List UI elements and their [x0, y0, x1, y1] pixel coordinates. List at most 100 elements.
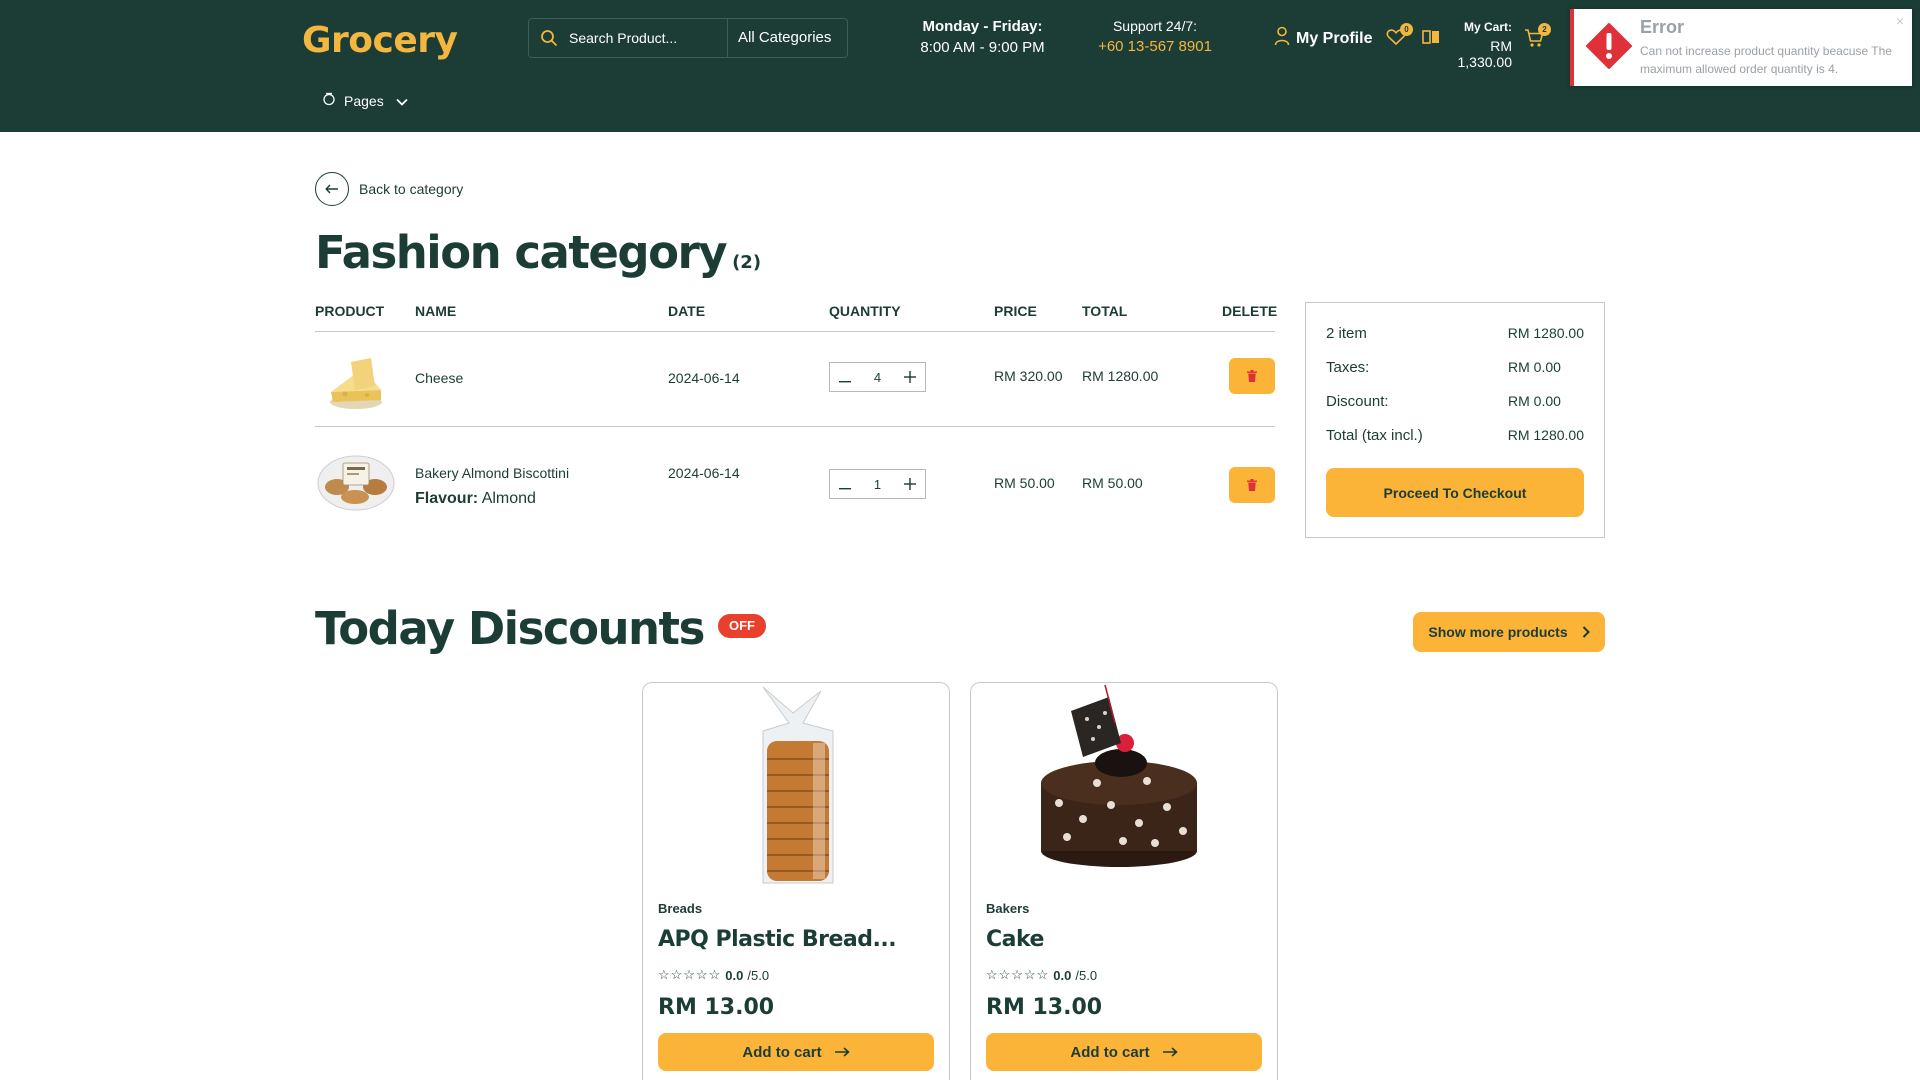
- summary-taxes-row: Taxes: RM 0.00: [1326, 359, 1584, 376]
- plus-icon: [903, 371, 916, 383]
- star-icon: ☆☆☆☆☆: [658, 967, 722, 982]
- hours-time: 8:00 AM - 9:00 PM: [920, 39, 1045, 56]
- item-name[interactable]: Bakery Almond Biscottini: [415, 465, 569, 481]
- item-name[interactable]: Cheese: [415, 370, 463, 386]
- delete-item-button[interactable]: [1229, 467, 1275, 503]
- product-card[interactable]: Breads APQ Plastic Bread... ☆☆☆☆☆ 0.0 /5…: [642, 682, 950, 1080]
- product-name[interactable]: Cake: [986, 927, 1044, 952]
- pages-label: Pages: [344, 92, 384, 109]
- rating-max: /5.0: [1075, 967, 1098, 983]
- cart-count: 2: [1538, 23, 1551, 36]
- summary-total-value: RM 1280.00: [1507, 427, 1584, 443]
- opening-hours: Monday - Friday: 8:00 AM - 9:00 PM: [900, 18, 1065, 56]
- flavour-value: Almond: [481, 490, 536, 507]
- col-header-product: PRODUCT: [315, 303, 385, 319]
- quantity-value[interactable]: 1: [874, 477, 881, 492]
- table-row: Cheese 2024-06-14 4 RM 320.00 RM 1280.00: [315, 332, 1275, 432]
- logo[interactable]: Grocery: [302, 20, 458, 61]
- rating-value: 0.0: [725, 967, 744, 983]
- item-price: RM 320.00: [994, 368, 1063, 384]
- product-rating: ☆☆☆☆☆ 0.0 /5.0: [986, 967, 1097, 983]
- table-row: Bakery Almond Biscottini Flavour: Almond…: [315, 427, 1275, 527]
- discounts-title: Today Discounts: [315, 602, 705, 655]
- show-more-label: Show more products: [1428, 624, 1568, 640]
- decrease-qty-button[interactable]: [836, 474, 854, 494]
- increase-qty-button[interactable]: [901, 474, 919, 494]
- summary-items-label: 2 item: [1326, 325, 1367, 342]
- increase-qty-button[interactable]: [901, 367, 919, 387]
- summary-discount-row: Discount: RM 0.00: [1326, 393, 1584, 410]
- add-to-cart-label: Add to cart: [1070, 1043, 1150, 1061]
- summary-discount-label: Discount:: [1326, 393, 1389, 410]
- product-price: RM 13.00: [986, 995, 1103, 1020]
- product-card[interactable]: Bakers Cake ☆☆☆☆☆ 0.0 /5.0 RM 13.00 Add …: [970, 682, 1278, 1080]
- wishlist-count: 0: [1400, 23, 1413, 36]
- cart-button[interactable]: 2: [1524, 23, 1551, 53]
- heart-icon: [1386, 29, 1406, 50]
- add-to-cart-button[interactable]: Add to cart: [658, 1033, 934, 1071]
- proceed-to-checkout-button[interactable]: Proceed To Checkout: [1326, 468, 1584, 517]
- error-toast: Error Can not increase product quantity …: [1570, 9, 1912, 86]
- col-header-price: PRICE: [994, 303, 1037, 319]
- support-label: Support 24/7:: [1112, 18, 1198, 34]
- quantity-stepper: 1: [829, 469, 926, 499]
- back-to-category-link[interactable]: Back to category: [315, 172, 463, 206]
- arrow-left-icon: [315, 172, 349, 206]
- support-phone[interactable]: +60 13-567 8901: [1090, 38, 1220, 55]
- cart-total: RM 1,330.00: [1457, 38, 1513, 70]
- product-image-cake[interactable]: [971, 683, 1277, 893]
- hours-days: Monday - Friday:: [922, 18, 1043, 35]
- quantity-value[interactable]: 4: [874, 370, 881, 385]
- trash-icon: [1247, 370, 1257, 382]
- category-select[interactable]: All Categories: [727, 19, 847, 57]
- chevron-right-icon: [1582, 626, 1590, 638]
- product-price: RM 13.00: [658, 995, 775, 1020]
- product-image-bread[interactable]: [643, 683, 949, 893]
- item-price: RM 50.00: [994, 475, 1055, 491]
- toast-title: Error: [1640, 17, 1685, 37]
- summary-total-label: Total (tax incl.): [1326, 427, 1423, 444]
- col-header-quantity: QUANTITY: [829, 303, 901, 319]
- toast-close-button[interactable]: ×: [1896, 13, 1904, 29]
- profile-label: My Profile: [1296, 29, 1373, 47]
- cart-icon: [1524, 29, 1544, 52]
- summary-items-row: 2 item RM 1280.00: [1326, 325, 1584, 342]
- page-title-count: (2): [732, 252, 762, 273]
- item-total: RM 1280.00: [1082, 368, 1159, 384]
- summary-discount-value: RM 0.00: [1508, 393, 1561, 409]
- product-image-biscottini[interactable]: [315, 445, 397, 515]
- search-input[interactable]: [569, 19, 727, 57]
- arrow-right-icon: [1162, 1047, 1178, 1057]
- minus-icon: [839, 488, 851, 490]
- error-icon: [1586, 23, 1632, 74]
- support-info: Support 24/7: +60 13-567 8901: [1090, 18, 1220, 55]
- item-total: RM 50.00: [1082, 475, 1143, 491]
- show-more-products-button[interactable]: Show more products: [1413, 612, 1605, 652]
- minus-icon: [839, 381, 851, 383]
- arrow-right-icon: [834, 1047, 850, 1057]
- delete-item-button[interactable]: [1229, 358, 1275, 394]
- decrease-qty-button[interactable]: [836, 367, 854, 387]
- rating-max: /5.0: [747, 967, 770, 983]
- search-icon[interactable]: [529, 29, 569, 47]
- product-image-cheese[interactable]: [315, 346, 397, 416]
- summary-items-value: RM 1280.00: [1507, 325, 1584, 341]
- item-date: 2024-06-14: [668, 465, 740, 481]
- pages-menu[interactable]: Pages: [322, 92, 408, 109]
- my-profile-link[interactable]: My Profile: [1274, 26, 1372, 51]
- product-name[interactable]: APQ Plastic Bread...: [658, 927, 897, 952]
- off-badge: OFF: [718, 614, 766, 638]
- summary-taxes-label: Taxes:: [1326, 359, 1370, 376]
- product-rating: ☆☆☆☆☆ 0.0 /5.0: [658, 967, 769, 983]
- trash-icon: [1247, 479, 1257, 491]
- plus-icon: [903, 478, 916, 490]
- col-header-total: TOTAL: [1082, 303, 1128, 319]
- back-label: Back to category: [359, 181, 464, 197]
- wishlist-button[interactable]: 0: [1386, 23, 1413, 51]
- summary-taxes-value: RM 0.00: [1508, 359, 1561, 375]
- add-to-cart-button[interactable]: Add to cart: [986, 1033, 1262, 1071]
- cart-label: My Cart:: [1463, 20, 1512, 34]
- order-summary: 2 item RM 1280.00 Taxes: RM 0.00 Discoun…: [1305, 302, 1605, 538]
- flavour-label: Flavour:: [415, 490, 479, 507]
- cart-summary[interactable]: My Cart: RM 1,330.00: [1432, 20, 1513, 70]
